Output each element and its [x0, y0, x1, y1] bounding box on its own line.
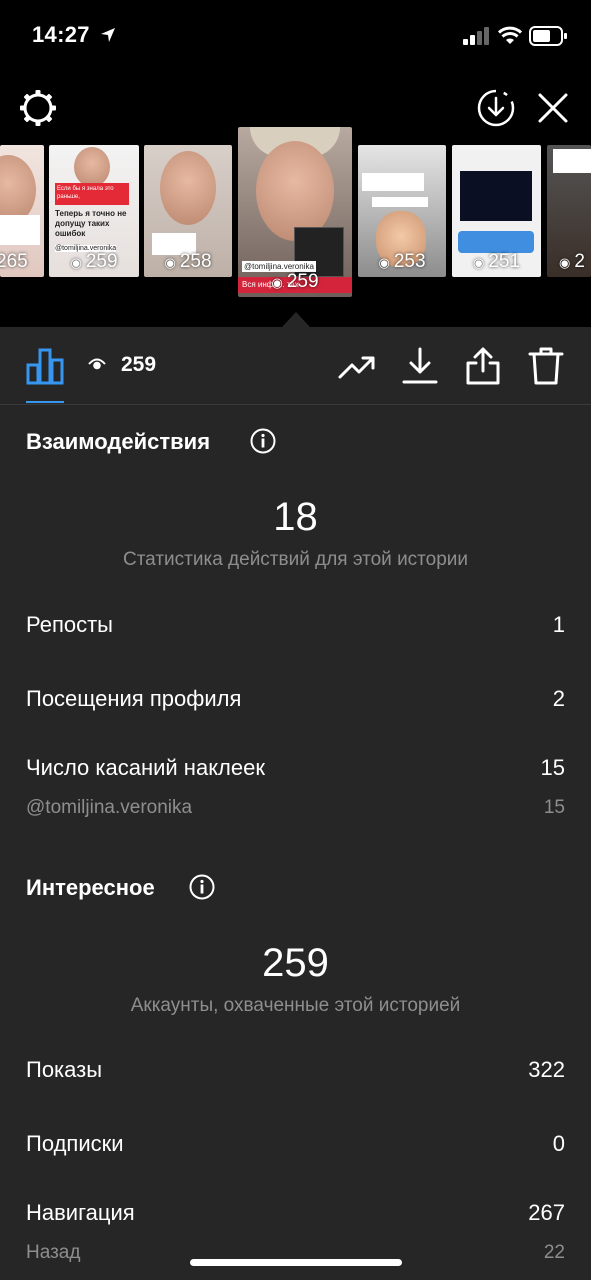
profile-visits-value: 2	[552, 686, 565, 711]
story-view-count: ◉ 2	[559, 251, 585, 272]
candles-image	[460, 171, 532, 221]
story-thumbnail[interactable]: ◉ 251	[452, 145, 541, 277]
status-time: 14:27	[32, 22, 90, 47]
reposts-label: Репосты	[26, 612, 113, 637]
story-view-count: ◉ 253	[378, 251, 426, 272]
discovery-title: Интересное	[26, 875, 155, 900]
story-thumbnail-selected[interactable]: @tomiljina.veronika Вся инфо... тах ◉ 259	[238, 127, 352, 297]
story-caption-banner: Если бы я знала это раньше,	[55, 183, 129, 205]
story-thumbnail-strip[interactable]: 265 Если бы я знала это раньше, Теперь я…	[0, 127, 591, 327]
discovery-subtitle: Аккаунты, охваченные этой историей	[130, 995, 461, 1016]
eye-icon	[88, 358, 106, 370]
story-thumbnail[interactable]: ◉ 253	[358, 145, 446, 277]
view-count: 259	[121, 353, 157, 376]
story-thumbnail[interactable]: Если бы я знала это раньше, Теперь я точ…	[49, 145, 139, 277]
home-indicator[interactable]	[190, 1259, 402, 1266]
story-view-count: ◉ 259	[271, 271, 319, 292]
story-face-image	[256, 141, 334, 241]
mention-sticker-value: 15	[543, 797, 565, 818]
download-circle-icon[interactable]	[476, 88, 516, 128]
back-value: 22	[543, 1242, 565, 1263]
follows-value: 0	[552, 1131, 565, 1156]
story-view-count: 265	[0, 251, 28, 272]
info-icon[interactable]	[189, 874, 215, 900]
location-arrow-icon	[101, 28, 115, 42]
download-icon[interactable]	[400, 346, 440, 386]
info-icon[interactable]	[250, 428, 276, 454]
back-label: Назад	[26, 1242, 81, 1263]
story-thumbnail[interactable]: ◉ 258	[144, 145, 232, 277]
navigation-value: 267	[528, 1200, 565, 1225]
sticker-taps-label: Число касаний наклеек	[26, 755, 265, 780]
impressions-label: Показы	[26, 1057, 103, 1082]
impressions-value: 322	[528, 1057, 565, 1082]
cellular-signal-icon	[463, 27, 489, 45]
story-caption-text	[362, 173, 424, 191]
navigation-label: Навигация	[26, 1200, 135, 1225]
bar-chart-icon[interactable]	[26, 347, 64, 385]
story-caption-text: Теперь я точно не допущу таких ошибок	[55, 209, 127, 238]
battery-icon	[529, 26, 567, 46]
story-thumbnail[interactable]: 265	[0, 145, 44, 277]
mention-sticker-label[interactable]: @tomiljina.veronika	[26, 797, 192, 819]
wifi-icon	[498, 26, 522, 44]
trash-icon[interactable]	[526, 346, 566, 386]
story-thumbnail[interactable]: ◉ 2	[547, 145, 591, 277]
story-face-image	[160, 151, 216, 225]
story-view-count: ◉ 259	[70, 251, 118, 272]
discovery-total: 259	[262, 941, 329, 985]
interactions-subtitle: Статистика действий для этой истории	[122, 549, 469, 570]
follows-label: Подписки	[26, 1131, 124, 1156]
close-icon[interactable]	[537, 92, 569, 124]
story-face-image	[74, 147, 110, 187]
story-caption-text	[553, 149, 591, 173]
active-tab-indicator	[26, 401, 64, 403]
emoji-slider-sticker	[458, 231, 534, 253]
trending-icon[interactable]	[337, 346, 377, 386]
interactions-total: 18	[273, 495, 318, 539]
selection-pointer	[282, 312, 310, 327]
insights-toolbar: 259	[0, 327, 591, 405]
story-caption-text	[372, 197, 428, 207]
story-view-count: ◉ 251	[472, 251, 521, 272]
sticker-taps-value: 15	[540, 755, 565, 780]
interactions-title: Взаимодействия	[26, 429, 211, 454]
gear-icon[interactable]	[18, 88, 58, 128]
insights-panel: 259 Взаимодействия 18 Статистика действи…	[0, 327, 591, 1280]
share-icon[interactable]	[463, 346, 503, 386]
status-bar: 14:27	[0, 0, 591, 72]
story-text-block	[0, 215, 40, 245]
story-view-count: ◉ 258	[164, 251, 212, 272]
profile-visits-label: Посещения профиля	[26, 686, 242, 711]
reposts-value: 1	[552, 612, 565, 637]
